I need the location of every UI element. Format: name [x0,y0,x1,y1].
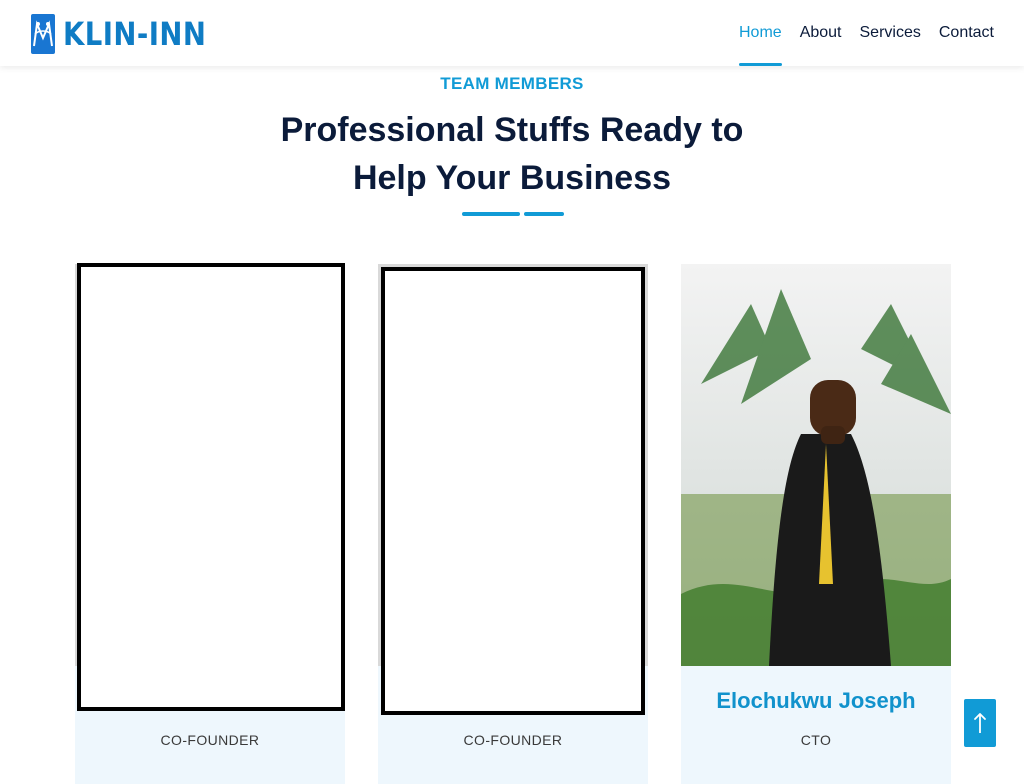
team-member-name: Elochukwu Joseph [716,688,916,713]
nav-home[interactable]: Home [739,0,782,66]
team-member-role: CO-FOUNDER [160,732,260,748]
section-kicker: TEAM MEMBERS [440,74,584,93]
team-card-3: Elochukwu Joseph CTO [681,264,951,784]
klin-inn-logo-icon [31,14,55,54]
section-title: Professional Stuffs Ready to Help Your B… [280,111,744,197]
scroll-to-top-button[interactable] [964,699,996,747]
team-member-role: CO-FOUNDER [463,732,563,748]
redaction-box [77,263,345,711]
nav-home-label: Home [739,24,782,41]
nav-services[interactable]: Services [860,0,921,66]
nav-active-indicator [739,63,782,66]
portrait-outdoors-image [681,264,951,666]
brand-name: KLIN-INN [63,15,207,53]
site-header: KLIN-INN Home About Services Contact [0,0,1024,66]
section-divider-left [462,212,520,216]
nav-contact[interactable]: Contact [939,0,994,66]
arrow-up-icon [974,713,986,733]
main-nav: Home About Services Contact [739,0,994,66]
team-photo [681,264,951,666]
brand-link[interactable]: KLIN-INN [31,14,230,54]
redaction-box [381,267,645,715]
nav-contact-label: Contact [938,24,994,41]
team-member-role: CTO [800,732,832,748]
team-card-footer: Elochukwu Joseph CTO [681,666,951,784]
nav-services-label: Services [859,24,921,41]
nav-about[interactable]: About [800,0,842,66]
section-divider-right [524,212,564,216]
nav-about-label: About [799,24,842,41]
